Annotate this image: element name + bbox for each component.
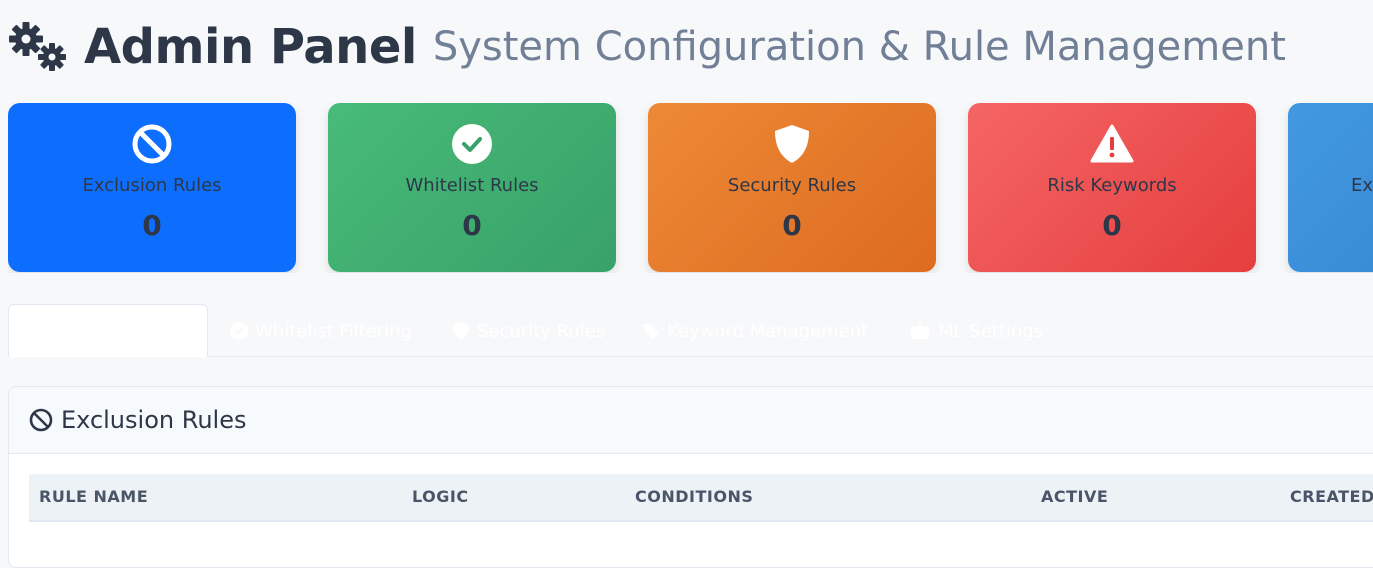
stat-card-exclusion-rules[interactable]: Exclusion Rules 0 — [8, 103, 296, 272]
tags-icon — [643, 324, 659, 339]
ban-icon — [29, 408, 53, 432]
admin-tabs: Whitelist Filtering Security Rules Keywo… — [8, 304, 1373, 357]
stat-card-security-rules[interactable]: Security Rules 0 — [648, 103, 936, 272]
tab-label: Security Rules — [477, 320, 606, 342]
warning-icon — [1090, 124, 1134, 163]
stat-label: Risk Keywords — [1047, 175, 1177, 196]
cogs-icon — [9, 22, 66, 71]
tab-label: Whitelist Filtering — [255, 320, 412, 342]
column-header-active[interactable]: ACTIVE — [1041, 474, 1108, 520]
stat-count: 0 — [142, 209, 162, 242]
exclusion-rules-panel: Exclusion Rules RULE NAME LOGIC CONDITIO… — [8, 386, 1373, 568]
tab-exclusion-rules[interactable] — [8, 304, 208, 357]
robot-icon — [911, 322, 929, 339]
column-header-conditions[interactable]: CONDITIONS — [635, 474, 753, 520]
panel-title: Exclusion Rules — [61, 406, 247, 434]
stat-count: 0 — [1102, 209, 1122, 242]
tab-label: Keyword Management — [667, 320, 869, 342]
page-subtitle: System Configuration & Rule Management — [432, 24, 1286, 70]
stat-label: Exc — [1351, 175, 1373, 196]
stat-label: Exclusion Rules — [82, 175, 222, 196]
tab-ml-settings[interactable]: ML Settings — [908, 318, 1043, 344]
column-header-logic[interactable]: LOGIC — [412, 474, 469, 520]
tab-whitelist-filtering[interactable]: Whitelist Filtering — [229, 318, 412, 344]
shield-icon — [775, 125, 809, 163]
tab-label: ML Settings — [938, 320, 1044, 342]
ban-icon — [132, 124, 172, 164]
rules-table-header: RULE NAME LOGIC CONDITIONS ACTIVE CREATE… — [29, 474, 1373, 522]
page-title: Admin Panel — [84, 19, 417, 75]
page-header: Admin Panel System Configuration & Rule … — [8, 14, 1286, 80]
stat-count: 0 — [462, 209, 482, 242]
stat-label: Whitelist Rules — [405, 175, 539, 196]
shield-icon — [453, 322, 469, 340]
stat-card-whitelist-rules[interactable]: Whitelist Rules 0 — [328, 103, 616, 272]
stats-cards: Exclusion Rules 0 Whitelist Rules 0 Secu… — [8, 103, 1373, 273]
stat-card-risk-keywords[interactable]: Risk Keywords 0 — [968, 103, 1256, 272]
column-header-rule-name[interactable]: RULE NAME — [39, 474, 148, 520]
tab-security-rules[interactable]: Security Rules — [451, 318, 605, 344]
stat-label: Security Rules — [727, 175, 857, 196]
column-header-created[interactable]: CREATED — [1290, 474, 1373, 520]
tab-keyword-management[interactable]: Keyword Management — [641, 318, 868, 344]
stat-card-partial[interactable]: Exc — [1288, 103, 1373, 272]
panel-header: Exclusion Rules — [9, 387, 1373, 454]
stat-count: 0 — [782, 209, 802, 242]
check-circle-icon — [230, 322, 248, 340]
check-circle-icon — [452, 124, 492, 164]
